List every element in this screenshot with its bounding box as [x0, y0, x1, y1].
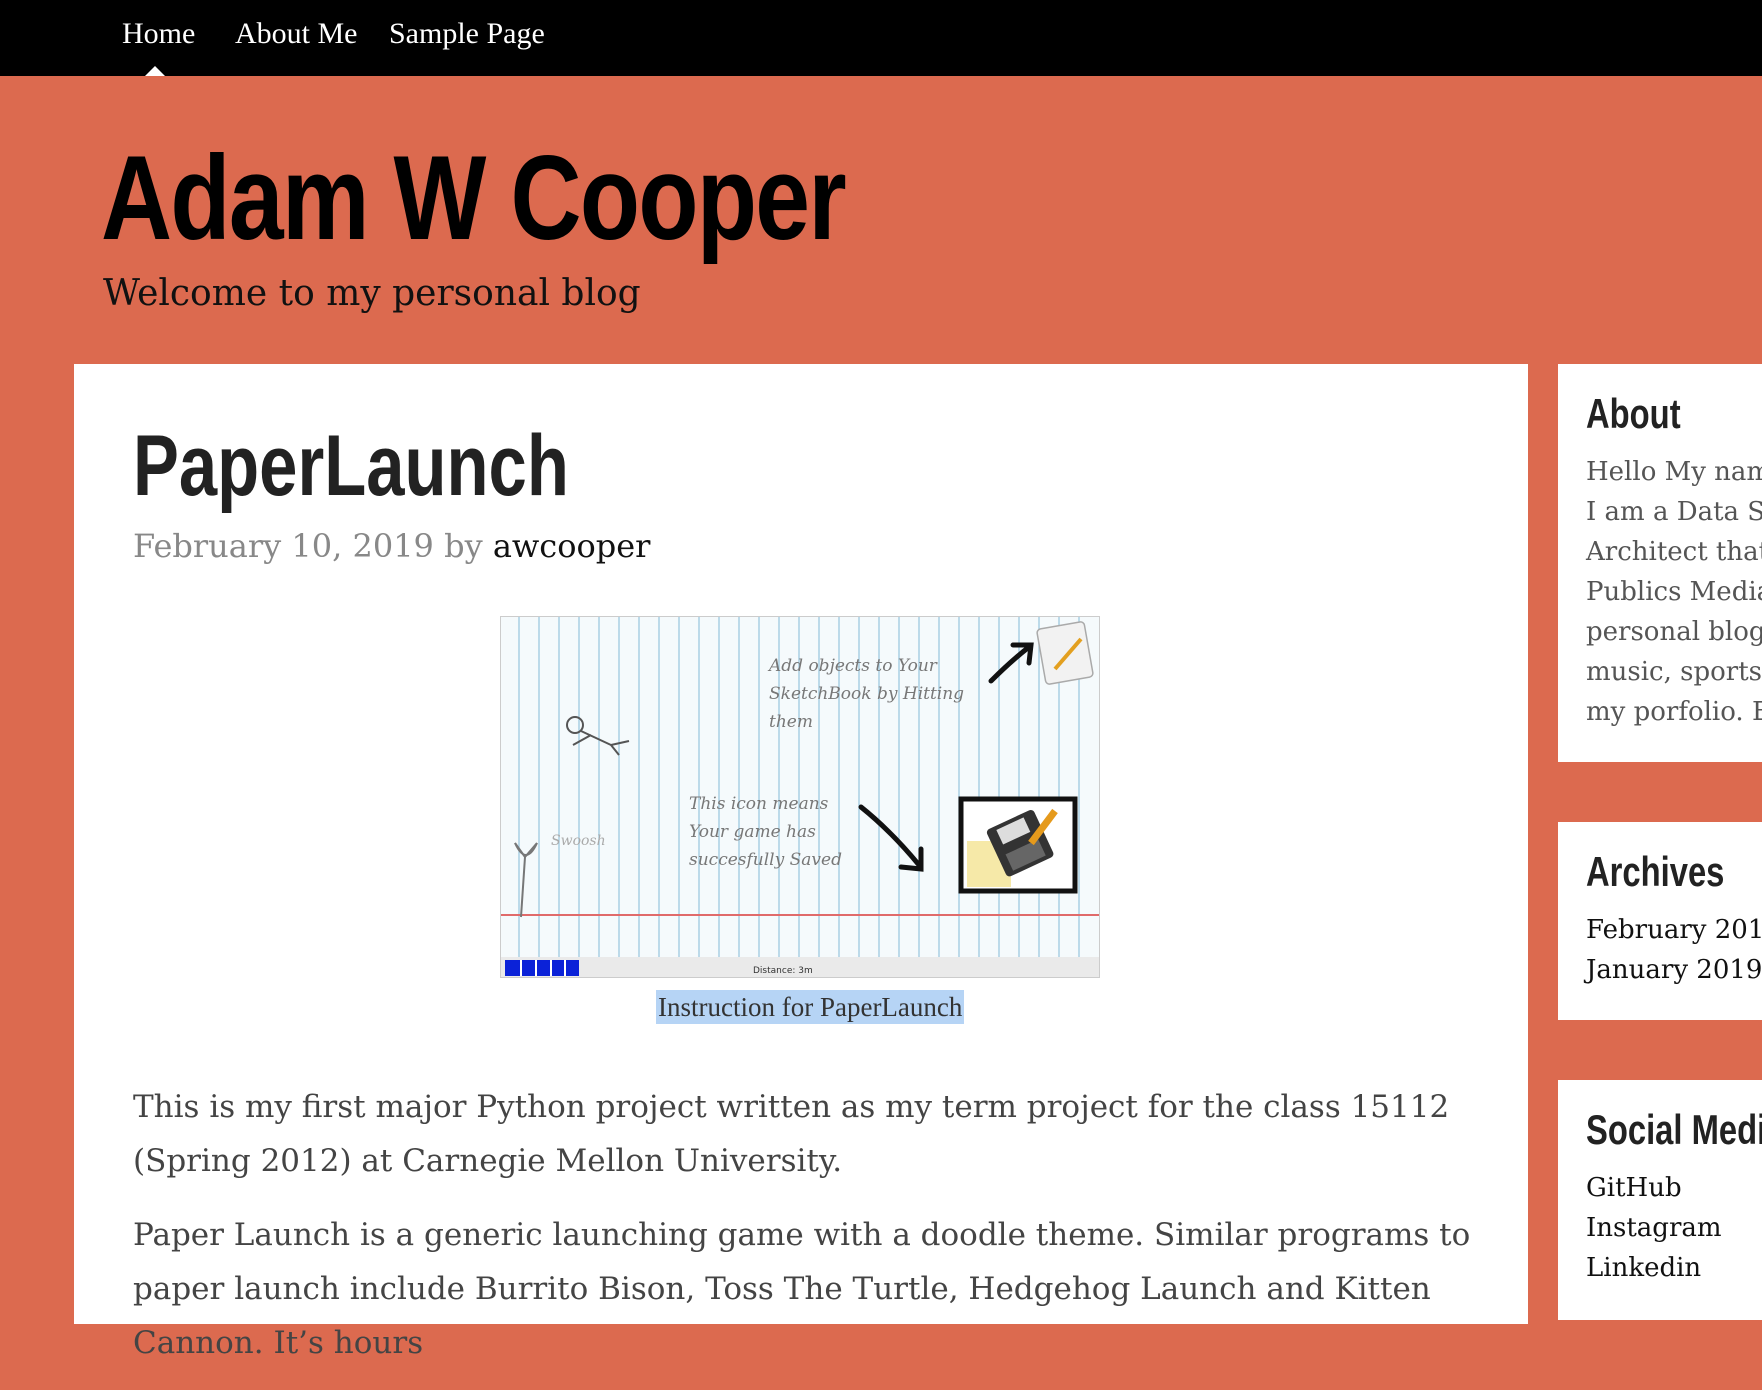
- figure-text-add-objects-3: them: [769, 712, 813, 732]
- about-line: Architect that c: [1586, 537, 1762, 567]
- post-body: This is my first major Python project wr…: [133, 1080, 1483, 1390]
- post-card: PaperLaunch February 10, 2019 by awcoope…: [74, 364, 1528, 1361]
- social-widget-title: Social Media: [1586, 1106, 1762, 1153]
- figure-caption: Instruction for PaperLaunch: [656, 990, 965, 1024]
- post-paragraph-1: This is my first major Python project wr…: [133, 1089, 1450, 1179]
- nav-item-sample-page[interactable]: Sample Page: [389, 16, 545, 52]
- social-link-instagram[interactable]: Instagram: [1586, 1208, 1762, 1248]
- figure-text-icon-means-2: Your game has: [689, 822, 816, 842]
- post-author-link[interactable]: awcooper: [493, 527, 651, 565]
- figure-text-add-objects-1: Add objects to Your: [767, 656, 938, 676]
- sidebar-widget-archives: Archives February 2019 January 2019: [1558, 822, 1762, 1020]
- nav-item-home[interactable]: Home: [122, 16, 195, 52]
- social-link-github[interactable]: GitHub: [1586, 1168, 1762, 1208]
- about-line: personal blog w: [1586, 617, 1762, 647]
- about-line: my porfolio. Enj: [1586, 697, 1762, 727]
- figure-text-icon-means-1: This icon means: [689, 794, 829, 814]
- about-line: I am a Data Scie: [1586, 497, 1762, 527]
- site-tagline: Welcome to my personal blog: [103, 273, 641, 314]
- archives-widget-title: Archives: [1586, 848, 1725, 895]
- site-title[interactable]: Adam W Cooper: [101, 118, 847, 278]
- post-title: PaperLaunch: [133, 418, 569, 514]
- sketchbook-icon: [1036, 621, 1094, 685]
- post-meta: February 10, 2019 by awcooper: [133, 526, 650, 566]
- post-by: by: [444, 527, 483, 565]
- about-widget-title: About: [1586, 390, 1681, 437]
- post-paragraph-2: Paper Launch is a generic launching game…: [133, 1217, 1471, 1361]
- post-figure-image: Add objects to Your SketchBook by Hittin…: [500, 616, 1100, 978]
- nav-item-about-me[interactable]: About Me: [235, 16, 358, 52]
- archive-link-january-2019[interactable]: January 2019: [1586, 950, 1762, 990]
- figure-text-icon-means-3: succesfully Saved: [689, 850, 842, 870]
- about-line: music, sports a: [1586, 657, 1762, 687]
- social-link-linkedin[interactable]: Linkedin: [1586, 1248, 1762, 1288]
- archive-link-february-2019[interactable]: February 2019: [1586, 910, 1762, 950]
- about-line: Hello My name: [1586, 457, 1762, 487]
- post-date[interactable]: February 10, 2019: [133, 527, 434, 565]
- about-line: Publics Media. I: [1586, 577, 1762, 607]
- figure-text-swoosh: Swoosh: [551, 833, 606, 849]
- figure-text-add-objects-2: SketchBook by Hitting: [769, 684, 964, 704]
- figure-text-distance: Distance: 3m: [753, 966, 813, 976]
- sidebar-widget-about: About Hello My name I am a Data Scie Arc…: [1558, 364, 1762, 762]
- sidebar-widget-social-media: Social Media GitHub Instagram Linkedin: [1558, 1080, 1762, 1320]
- active-nav-indicator: [145, 66, 165, 76]
- top-navigation: Home About Me Sample Page: [0, 0, 1762, 76]
